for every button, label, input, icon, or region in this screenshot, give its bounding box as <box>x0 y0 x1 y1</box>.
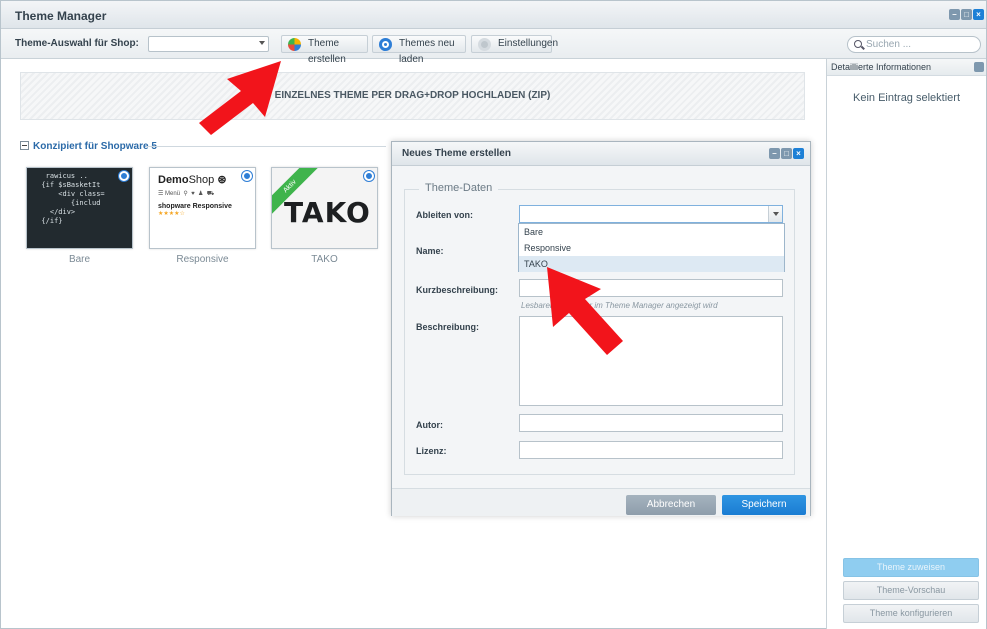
demo-brand-bold: Demo <box>158 174 189 186</box>
window-controls: – □ × <box>949 9 984 20</box>
dialog-titlebar[interactable]: Neues Theme erstellen – □ × <box>392 142 810 166</box>
demo-rating-icon: ★★★★☆ <box>158 211 185 217</box>
gear-icon[interactable] <box>242 171 252 181</box>
save-button[interactable]: Speichern <box>722 495 806 515</box>
demo-nav: ☰ Menü ⚲ ♥ ♟ ⛟ <box>158 191 215 197</box>
settings-button[interactable]: Einstellungen <box>471 35 558 53</box>
group-divider <box>146 146 386 147</box>
dropdown-option-bare[interactable]: Bare <box>519 224 784 240</box>
dialog-footer: Abbrechen Speichern <box>392 488 810 516</box>
dialog-window-controls: – □ × <box>769 148 804 159</box>
no-selection-text: Kein Eintrag selektiert <box>853 92 960 104</box>
assign-theme-button[interactable]: Theme zuweisen <box>843 558 979 577</box>
maximize-icon[interactable]: □ <box>961 9 972 20</box>
search-icon <box>854 40 862 48</box>
theme-manager-window: Theme Manager – □ × Theme-Auswahl für Sh… <box>0 0 987 629</box>
dropdown-option-responsive[interactable]: Responsive <box>519 240 784 256</box>
refresh-icon <box>379 38 392 51</box>
gear-icon[interactable] <box>364 171 374 181</box>
gear-icon <box>478 38 491 51</box>
search-placeholder: Suchen ... <box>866 39 912 50</box>
toolbar: Theme-Auswahl für Shop: Theme erstellen … <box>1 29 986 65</box>
details-panel: Detaillierte Informationen Kein Eintrag … <box>826 59 986 629</box>
shop-select-label: Theme-Auswahl für Shop: <box>15 38 139 49</box>
demo-brand: DemoShop ⊛ <box>158 174 227 186</box>
maximize-icon[interactable]: □ <box>781 148 792 159</box>
reload-themes-label: Themes neu laden <box>399 38 455 65</box>
upload-dropzone[interactable]: EINZELNES THEME PER DRAG+DROP HOCHLADEN … <box>20 72 805 120</box>
description-label: Beschreibung: <box>416 322 480 332</box>
annotation-arrow-icon <box>199 61 281 135</box>
create-theme-button[interactable]: Theme erstellen <box>281 35 368 65</box>
tako-logo: TAKO <box>284 196 371 229</box>
theme-card-responsive[interactable]: DemoShop ⊛ ☰ Menü ⚲ ♥ ♟ ⛟ shopware Respo… <box>149 167 256 249</box>
create-theme-label: Theme erstellen <box>308 38 346 65</box>
theme-name-tako: TAKO <box>311 254 338 265</box>
dialog-title: Neues Theme erstellen <box>402 148 511 159</box>
license-field[interactable] <box>519 441 783 459</box>
author-field[interactable] <box>519 414 783 432</box>
search-input[interactable]: Suchen ... <box>847 36 981 53</box>
theme-card-bare[interactable]: rawicus .. {if $sBasketIt <div class= {i… <box>26 167 133 249</box>
details-header: Detaillierte Informationen <box>827 59 986 76</box>
collapse-icon[interactable] <box>20 141 29 150</box>
annotation-arrow-icon <box>547 267 623 355</box>
gear-icon[interactable] <box>119 171 129 181</box>
license-label: Lizenz: <box>416 446 447 456</box>
upload-dropzone-label: EINZELNES THEME PER DRAG+DROP HOCHLADEN … <box>274 90 551 101</box>
theme-name-bare: Bare <box>68 254 91 265</box>
demo-product: shopware Responsive <box>158 203 232 210</box>
chevron-down-icon[interactable] <box>768 206 782 222</box>
close-icon[interactable]: × <box>973 9 984 20</box>
theme-card-tako[interactable]: Aktiv TAKO <box>271 167 378 249</box>
cancel-button[interactable]: Abbrechen <box>626 495 716 515</box>
short-description-label: Kurzbeschreibung: <box>416 285 499 295</box>
theme-group-label: Konzipiert für Shopware 5 <box>33 141 157 152</box>
settings-label: Einstellungen <box>498 38 559 49</box>
reload-themes-button[interactable]: Themes neu laden <box>372 35 466 65</box>
theme-create-icon <box>288 38 301 51</box>
window-title: Theme Manager <box>15 9 107 23</box>
preview-theme-button[interactable]: Theme-Vorschau <box>843 581 979 600</box>
fieldset-legend: Theme-Daten <box>419 182 499 194</box>
minimize-icon[interactable]: – <box>949 9 960 20</box>
shop-select[interactable] <box>148 36 269 52</box>
demo-menu: Menü <box>165 191 181 197</box>
collapse-panel-icon[interactable] <box>974 62 984 72</box>
theme-name-responsive: Responsive <box>176 254 229 265</box>
bare-preview-image: rawicus .. {if $sBasketIt <div class= {i… <box>27 168 132 248</box>
responsive-preview-image: DemoShop ⊛ ☰ Menü ⚲ ♥ ♟ ⛟ shopware Respo… <box>150 168 255 222</box>
window-titlebar[interactable]: Theme Manager – □ × <box>1 1 986 29</box>
minimize-icon[interactable]: – <box>769 148 780 159</box>
derive-label: Ableiten von: <box>416 210 474 220</box>
author-label: Autor: <box>416 420 443 430</box>
demo-brand-light: Shop <box>188 174 215 186</box>
derive-select[interactable] <box>519 205 783 223</box>
close-icon[interactable]: × <box>793 148 804 159</box>
theme-group-header[interactable]: Konzipiert für Shopware 5 <box>20 141 157 152</box>
configure-theme-button[interactable]: Theme konfigurieren <box>843 604 979 623</box>
details-header-label: Detaillierte Informationen <box>831 62 932 72</box>
chevron-down-icon[interactable] <box>259 41 265 45</box>
name-label: Name: <box>416 246 444 256</box>
